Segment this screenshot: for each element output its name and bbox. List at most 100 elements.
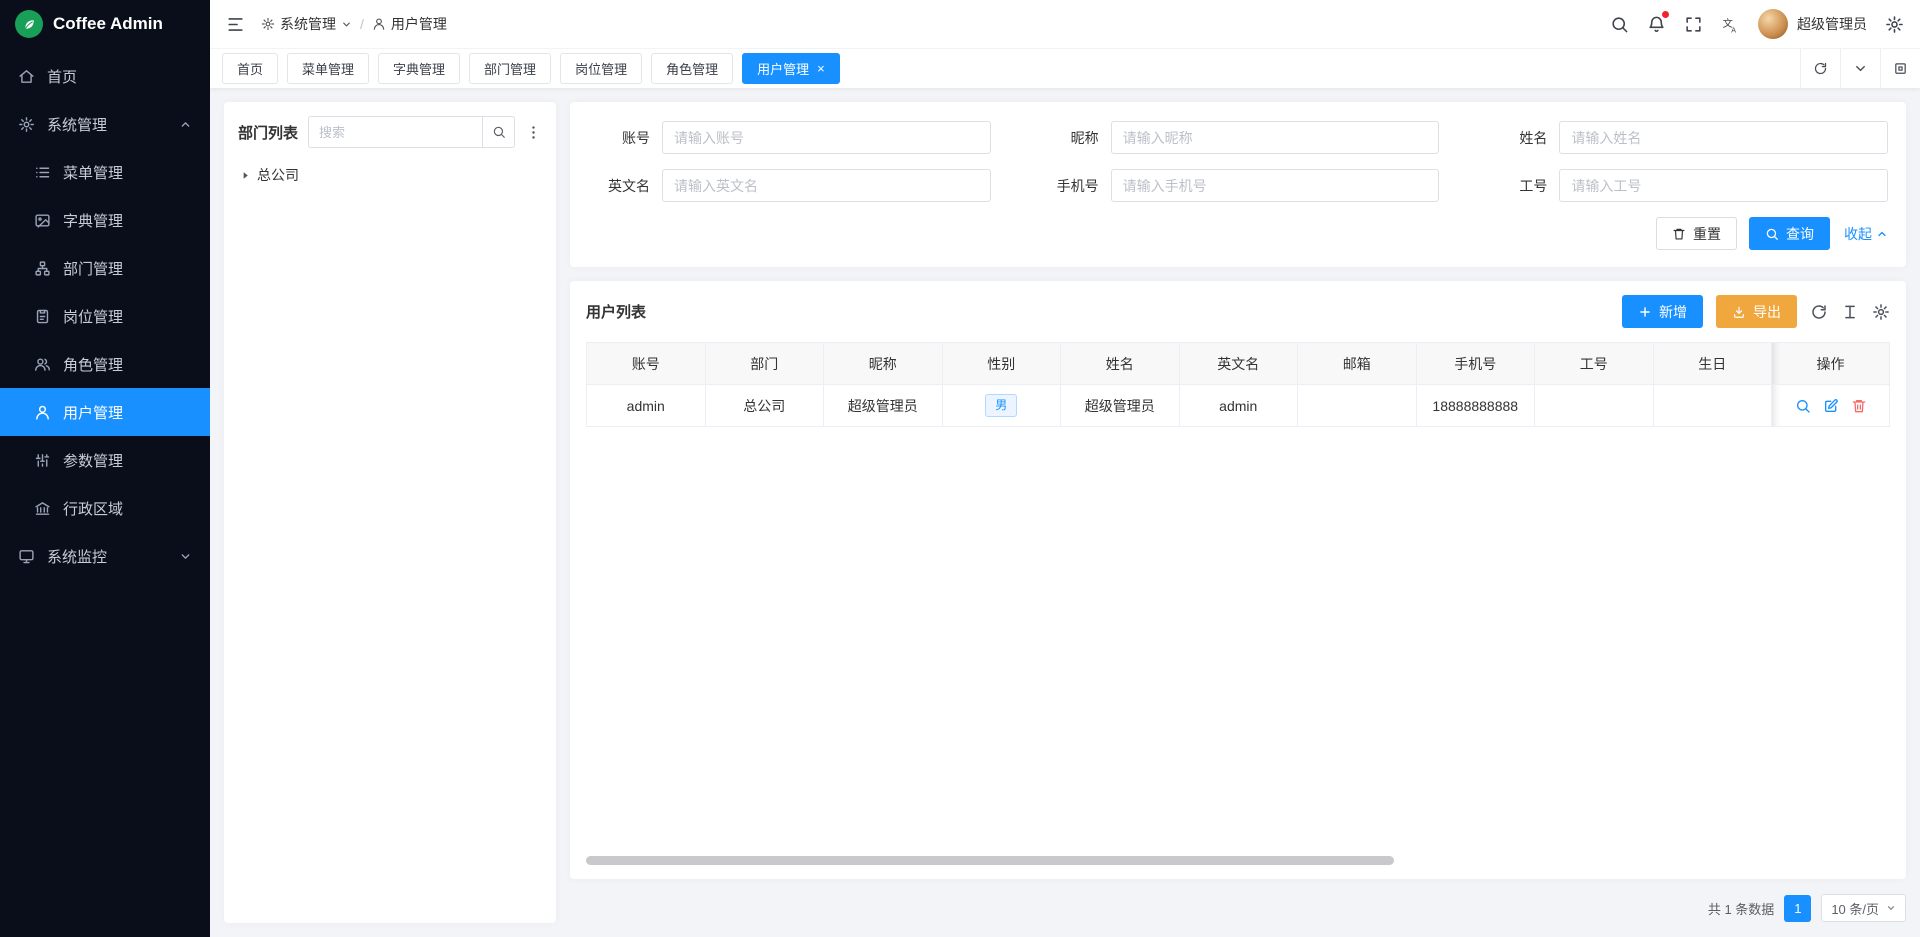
nickname-input[interactable] [1111, 121, 1440, 154]
tab-label: 部门管理 [484, 59, 536, 78]
translate-icon[interactable]: 文A [1721, 15, 1740, 34]
column-header-name: 姓名 [1061, 343, 1180, 385]
sidebar-item-home[interactable]: 首页 [0, 52, 210, 100]
tab-dict-mgmt[interactable]: 字典管理 [378, 53, 460, 84]
gear-icon [261, 17, 275, 31]
sidebar-item-user-mgmt[interactable]: 用户管理 [0, 388, 210, 436]
cell-gender: 男 [942, 385, 1061, 427]
tab-menu-mgmt[interactable]: 菜单管理 [287, 53, 369, 84]
field-label: 姓名 [1485, 128, 1559, 148]
refresh-page-icon[interactable] [1800, 49, 1840, 88]
tab-label: 首页 [237, 59, 263, 78]
chevron-up-icon [1876, 228, 1888, 240]
view-icon[interactable] [1795, 398, 1811, 414]
account-input[interactable] [662, 121, 991, 154]
form-field-name: 姓名 [1485, 121, 1888, 154]
fullscreen-icon[interactable] [1684, 15, 1703, 34]
sidebar-item-dept-mgmt[interactable]: 部门管理 [0, 244, 210, 292]
cell-email [1298, 385, 1417, 427]
user-icon [34, 404, 51, 421]
tree-node-label: 总公司 [257, 165, 299, 185]
cell-account: admin [587, 385, 706, 427]
department-search-button[interactable] [482, 116, 515, 148]
horizontal-scrollbar-thumb[interactable] [586, 856, 1394, 865]
column-settings-gear-icon[interactable] [1872, 303, 1890, 321]
tab-home[interactable]: 首页 [222, 53, 278, 84]
org-chart-icon [34, 260, 51, 277]
reset-button[interactable]: 重置 [1656, 217, 1737, 250]
collapse-sidebar-icon[interactable] [226, 15, 245, 34]
tab-label: 菜单管理 [302, 59, 354, 78]
user-icon [372, 17, 386, 31]
cell-en-name: admin [1179, 385, 1298, 427]
breadcrumb-parent[interactable]: 系统管理 [261, 14, 352, 34]
page-size-select[interactable]: 10 条/页 [1821, 894, 1906, 922]
tab-user-mgmt[interactable]: 用户管理 × [742, 53, 840, 84]
sidebar-item-menu-mgmt[interactable]: 菜单管理 [0, 148, 210, 196]
sidebar-item-role-mgmt[interactable]: 角色管理 [0, 340, 210, 388]
query-button[interactable]: 查询 [1749, 217, 1830, 250]
user-menu[interactable]: 超级管理员 [1758, 9, 1867, 39]
phone-input[interactable] [1111, 169, 1440, 202]
search-form-card: 账号 昵称 姓名 英文名 [570, 102, 1906, 267]
search-icon [1765, 227, 1779, 241]
menu-label: 参数管理 [63, 450, 123, 471]
tab-dept-mgmt[interactable]: 部门管理 [469, 53, 551, 84]
trash-icon [1672, 227, 1686, 241]
add-button[interactable]: 新增 [1622, 295, 1703, 328]
user-list-card: 用户列表 新增 导出 [570, 281, 1906, 879]
sidebar-item-monitor[interactable]: 系统监控 [0, 532, 210, 580]
sidebar-item-post-mgmt[interactable]: 岗位管理 [0, 292, 210, 340]
collapse-filters-link[interactable]: 收起 [1844, 224, 1888, 244]
tab-options-chevron-icon[interactable] [1840, 49, 1880, 88]
field-label: 账号 [588, 128, 662, 148]
refresh-table-icon[interactable] [1810, 303, 1828, 321]
export-label: 导出 [1753, 302, 1781, 322]
right-column: 账号 昵称 姓名 英文名 [570, 102, 1906, 923]
home-icon [18, 68, 35, 85]
cell-work-id [1535, 385, 1654, 427]
row-density-icon[interactable] [1841, 303, 1859, 321]
sidebar-item-region[interactable]: 行政区域 [0, 484, 210, 532]
search-icon[interactable] [1610, 15, 1629, 34]
delete-icon[interactable] [1851, 398, 1867, 414]
tree-node-root[interactable]: 总公司 [238, 162, 542, 188]
name-input[interactable] [1559, 121, 1888, 154]
tab-post-mgmt[interactable]: 岗位管理 [560, 53, 642, 84]
edit-icon[interactable] [1823, 398, 1839, 414]
column-header-en-name: 英文名 [1179, 343, 1298, 385]
export-button[interactable]: 导出 [1716, 295, 1797, 328]
more-vertical-icon[interactable] [525, 124, 542, 141]
table-toolbar: 新增 导出 [1622, 295, 1890, 328]
form-field-en-name: 英文名 [588, 169, 991, 202]
main-area: 系统管理 / 用户管理 文A 超级管理员 首页 [210, 0, 1920, 937]
sidebar-item-system[interactable]: 系统管理 [0, 100, 210, 148]
tab-label: 用户管理 [757, 59, 809, 78]
query-label: 查询 [1786, 224, 1814, 244]
user-list-header: 用户列表 新增 导出 [586, 295, 1890, 328]
breadcrumb-separator: / [360, 16, 364, 32]
chevron-down-icon [341, 19, 352, 30]
menu-label: 菜单管理 [63, 162, 123, 183]
app-logo[interactable]: Coffee Admin [0, 0, 210, 48]
menu-label: 部门管理 [63, 258, 123, 279]
en-name-input[interactable] [662, 169, 991, 202]
page-size-label: 10 条/页 [1831, 899, 1879, 918]
department-search-input[interactable] [308, 116, 482, 148]
topbar: 系统管理 / 用户管理 文A 超级管理员 [210, 0, 1920, 48]
column-header-nickname: 昵称 [824, 343, 943, 385]
menu-label: 字典管理 [63, 210, 123, 231]
tab-label: 岗位管理 [575, 59, 627, 78]
content-fullscreen-icon[interactable] [1880, 49, 1920, 88]
download-icon [1732, 305, 1746, 319]
people-icon [34, 356, 51, 373]
department-panel-header: 部门列表 [238, 116, 542, 148]
tab-close-icon[interactable]: × [817, 62, 825, 75]
tab-role-mgmt[interactable]: 角色管理 [651, 53, 733, 84]
sidebar-item-dict-mgmt[interactable]: 字典管理 [0, 196, 210, 244]
sidebar-item-param-mgmt[interactable]: 参数管理 [0, 436, 210, 484]
pagination-page-1[interactable]: 1 [1784, 895, 1811, 922]
notification-bell-icon[interactable] [1647, 15, 1666, 34]
work-id-input[interactable] [1559, 169, 1888, 202]
settings-gear-icon[interactable] [1885, 15, 1904, 34]
